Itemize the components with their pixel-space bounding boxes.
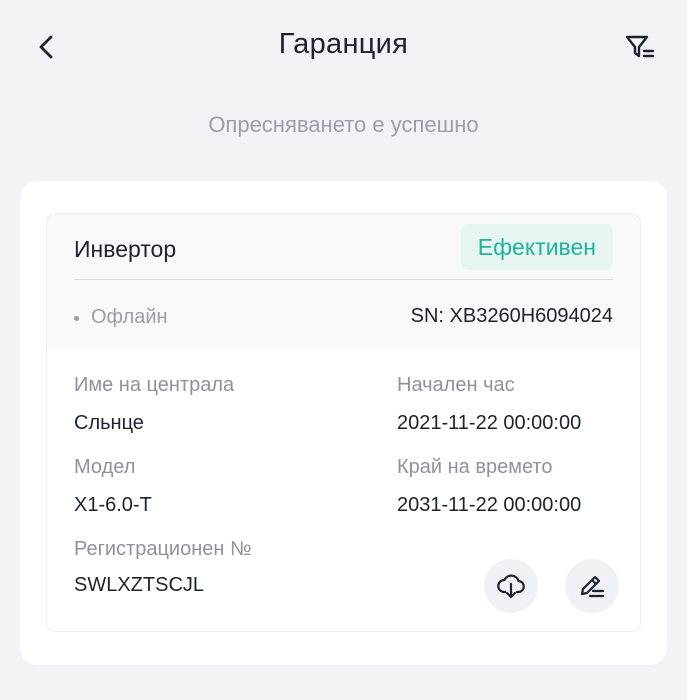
device-card-header: Инвертор Ефективен Офлайн SN: XB3260H609…: [47, 214, 640, 349]
header-divider: [74, 279, 613, 280]
start-time-value: 2021-11-22 00:00:00: [397, 412, 582, 434]
status-dot-icon: [74, 316, 79, 321]
registration-label: Регистрационен №: [74, 538, 252, 560]
warranty-device-card: Инвертор Ефективен Офлайн SN: XB3260H609…: [46, 213, 641, 632]
end-time-value: 2031-11-22 00:00:00: [397, 494, 582, 516]
refresh-status-message: Опресняването е успешно: [208, 112, 479, 137]
status-badge: Ефективен: [460, 224, 613, 270]
registration-value: SWLXZTSCJL: [74, 574, 205, 596]
pencil-edit-icon: [580, 575, 605, 598]
start-time-label: Начален час: [397, 374, 515, 396]
download-button[interactable]: [484, 559, 538, 613]
device-name: Инвертор: [74, 236, 177, 262]
filter-list-icon: [625, 35, 655, 58]
serial-number: SN: XB3260H6094024: [410, 305, 613, 327]
filter-button[interactable]: [623, 30, 657, 64]
model-label: Модел: [74, 456, 136, 478]
warranty-card-container: Инвертор Ефективен Офлайн SN: XB3260H609…: [20, 181, 667, 665]
plant-name-value: Сльнце: [74, 412, 144, 434]
page-title: Гаранция: [278, 28, 409, 60]
connection-status: Офлайн: [74, 306, 168, 329]
app-header: Гаранция: [0, 0, 687, 92]
model-value: X1-6.0-T: [74, 494, 152, 516]
end-time-label: Край на времето: [397, 456, 553, 478]
plant-name-label: Име на централа: [74, 374, 235, 396]
edit-button[interactable]: [565, 559, 619, 613]
cloud-download-icon: [497, 574, 525, 599]
connection-status-label: Офлайн: [91, 306, 168, 328]
